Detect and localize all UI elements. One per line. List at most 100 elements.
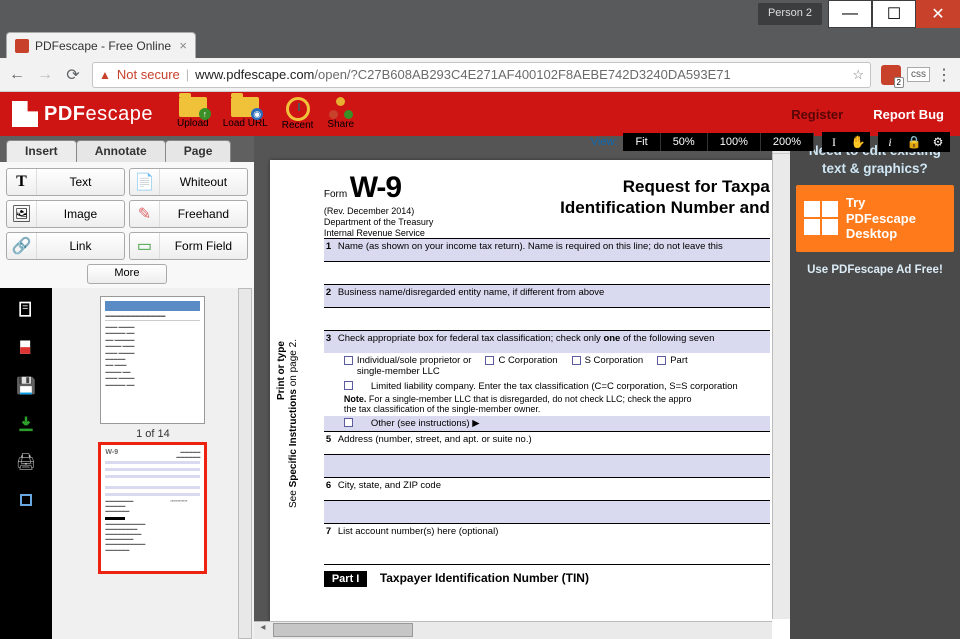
ublock-icon[interactable] (881, 65, 901, 85)
logo-icon (12, 101, 38, 127)
checkbox-llc[interactable] (344, 381, 353, 390)
pencil-icon: ✎ (130, 201, 160, 227)
security-label: Not secure (117, 67, 180, 82)
form-row-3-llc: Limited liability company. Enter the tax… (324, 379, 770, 394)
tool-text[interactable]: TText (6, 168, 125, 196)
side-rail: 💾 🖨 (0, 288, 52, 639)
thumbnail-1-label: 1 of 14 (136, 428, 170, 440)
form-row-6: 6City, state, and ZIP code (324, 477, 770, 500)
text-cursor-button[interactable]: I (822, 132, 846, 152)
url-path: /open/?C27B608AB293C4E271AF400102F8AEBE7… (314, 67, 730, 82)
browser-menu-button[interactable]: ⋮ (936, 65, 952, 85)
checkbox-partnership[interactable] (657, 356, 666, 365)
form-row-3-note: Note. For a single-member LLC that is di… (324, 394, 770, 414)
rail-save-button[interactable]: 💾 (8, 370, 44, 402)
app-logo[interactable]: PDFescape (0, 101, 165, 127)
tool-link[interactable]: 🔗Link (6, 232, 125, 260)
left-panel: Insert Annotate Page TText 📄Whiteout 🖼Im… (0, 136, 254, 639)
horizontal-scrollbar[interactable]: ◂ (254, 621, 772, 639)
zoom-50-button[interactable]: 50% (661, 133, 708, 151)
checkbox-s-corp[interactable] (572, 356, 581, 365)
view-label: View: (591, 136, 618, 148)
zoom-100-button[interactable]: 100% (708, 133, 761, 151)
settings-button[interactable]: ⚙ (926, 132, 950, 152)
zoom-200-button[interactable]: 200% (761, 133, 814, 151)
whiteout-icon: 📄 (130, 169, 160, 195)
vertical-scrollbar[interactable]: ▴ (772, 136, 790, 619)
promo-panel: Need to edit existing text & graphics? T… (790, 136, 960, 639)
view-toolbar: View: Fit 50% 100% 200% I ✋ i 🔒 ⚙ (591, 132, 950, 152)
app-header: PDFescape ↑Upload ◉Load URL Recent Share… (0, 92, 960, 136)
tool-form-field[interactable]: ▭Form Field (129, 232, 248, 260)
recent-button[interactable]: Recent (282, 97, 314, 131)
info-button[interactable]: i (878, 132, 902, 152)
link-icon: 🔗 (7, 233, 37, 259)
window-minimize-button[interactable]: — (828, 0, 872, 28)
form-row-3-other: Other (see instructions) ▶ (324, 416, 770, 431)
tool-image[interactable]: 🖼Image (6, 200, 125, 228)
part-1-title: Taxpayer Identification Number (TIN) (380, 571, 589, 585)
nav-reload-button[interactable]: ⟳ (64, 66, 82, 84)
form-row-3-options-a: Individual/sole proprietor orsingle-memb… (324, 353, 770, 379)
tab-title: PDFescape - Free Online (35, 39, 171, 53)
checkbox-other[interactable] (344, 418, 353, 427)
form-row-2: 2Business name/disregarded entity name, … (324, 284, 770, 307)
css-extension-icon[interactable]: css (907, 67, 930, 82)
document-viewport[interactable]: Print or type See Specific Instructions … (254, 136, 790, 639)
rail-expand-button[interactable] (8, 484, 44, 516)
pdf-page[interactable]: Print or type See Specific Instructions … (270, 160, 790, 639)
margin-label-instructions: See Specific Instructions on page 2. (288, 339, 299, 508)
rail-pages-button[interactable] (8, 294, 44, 326)
margin-label-print: Print or type (276, 341, 287, 400)
browser-tab[interactable]: PDFescape - Free Online × (6, 32, 196, 58)
form-field-icon: ▭ (130, 233, 160, 259)
checkbox-individual[interactable] (344, 356, 353, 365)
nav-forward-button[interactable]: → (36, 66, 54, 84)
form-row-5: 5Address (number, street, and apt. or su… (324, 431, 770, 454)
document-area: Print or type See Specific Instructions … (254, 136, 790, 639)
browser-tabstrip: PDFescape - Free Online × (0, 28, 960, 58)
tool-whiteout[interactable]: 📄Whiteout (129, 168, 248, 196)
favicon-icon (15, 39, 29, 53)
rail-download-button[interactable] (8, 408, 44, 440)
report-bug-link[interactable]: Report Bug (873, 107, 944, 122)
try-desktop-button[interactable]: TryPDFescapeDesktop (796, 185, 954, 252)
form-row-3: 3Check appropriate box for federal tax c… (324, 330, 770, 353)
tab-annotate[interactable]: Annotate (76, 140, 166, 162)
upload-button[interactable]: ↑Upload (177, 97, 209, 131)
thumbnail-panel[interactable]: ▬▬▬▬▬▬▬▬▬▬▬▬ ▬▬▬ ▬▬▬▬▬▬▬▬▬ ▬▬▬▬ ▬▬▬▬▬▬▬▬… (52, 288, 254, 639)
ad-free-link[interactable]: Use PDFescape Ad Free! (796, 264, 954, 276)
zoom-fit-button[interactable]: Fit (623, 133, 660, 151)
load-url-button[interactable]: ◉Load URL (223, 97, 268, 131)
checkbox-c-corp[interactable] (485, 356, 494, 365)
thumbnail-1[interactable]: ▬▬▬▬▬▬▬▬▬▬▬▬ ▬▬▬ ▬▬▬▬▬▬▬▬▬ ▬▬▬▬ ▬▬▬▬▬▬▬▬… (100, 296, 205, 424)
insecure-icon: ▲ (99, 68, 111, 82)
more-tools-button[interactable]: More (87, 264, 167, 284)
share-button[interactable]: Share (327, 97, 354, 131)
thumbnail-scrollbar[interactable] (238, 288, 252, 639)
browser-toolbar: ← → ⟳ ▲ Not secure | www.pdfescape.com/o… (0, 58, 960, 92)
thumbnail-2[interactable]: W-9▬▬▬▬▬▬▬▬▬▬▬ ▬▬▬▬▬▬▬▬▬▬▬▬▬▬▬▬▬▬▪▪▪▪▪▪▪… (100, 444, 205, 572)
part-1-header: Part I (324, 571, 368, 587)
insert-tools: TText 📄Whiteout 🖼Image ✎Freehand 🔗Link ▭… (0, 162, 254, 288)
hand-cursor-button[interactable]: ✋ (846, 132, 870, 152)
profile-chip[interactable]: Person 2 (758, 3, 822, 25)
window-maximize-button[interactable]: ☐ (872, 0, 916, 28)
register-link[interactable]: Register (791, 107, 843, 122)
tab-close-icon[interactable]: × (179, 38, 187, 53)
rail-print-button[interactable]: 🖨 (8, 446, 44, 478)
nav-back-button[interactable]: ← (8, 66, 26, 84)
tool-freehand[interactable]: ✎Freehand (129, 200, 248, 228)
form-row-7: 7List account number(s) here (optional) (324, 523, 770, 546)
windows-icon (804, 201, 838, 235)
bookmark-star-icon[interactable]: ☆ (852, 67, 864, 83)
window-titlebar: Person 2 — ☐ ✕ (0, 0, 960, 28)
extension-tray: css ⋮ (881, 65, 952, 85)
tab-page[interactable]: Page (165, 140, 232, 162)
tab-insert[interactable]: Insert (6, 140, 77, 162)
rail-new-button[interactable] (8, 332, 44, 364)
address-bar[interactable]: ▲ Not secure | www.pdfescape.com/open/?C… (92, 62, 871, 88)
window-close-button[interactable]: ✕ (916, 0, 960, 28)
lock-button[interactable]: 🔒 (902, 132, 926, 152)
url-host: www.pdfescape.com (195, 67, 314, 82)
